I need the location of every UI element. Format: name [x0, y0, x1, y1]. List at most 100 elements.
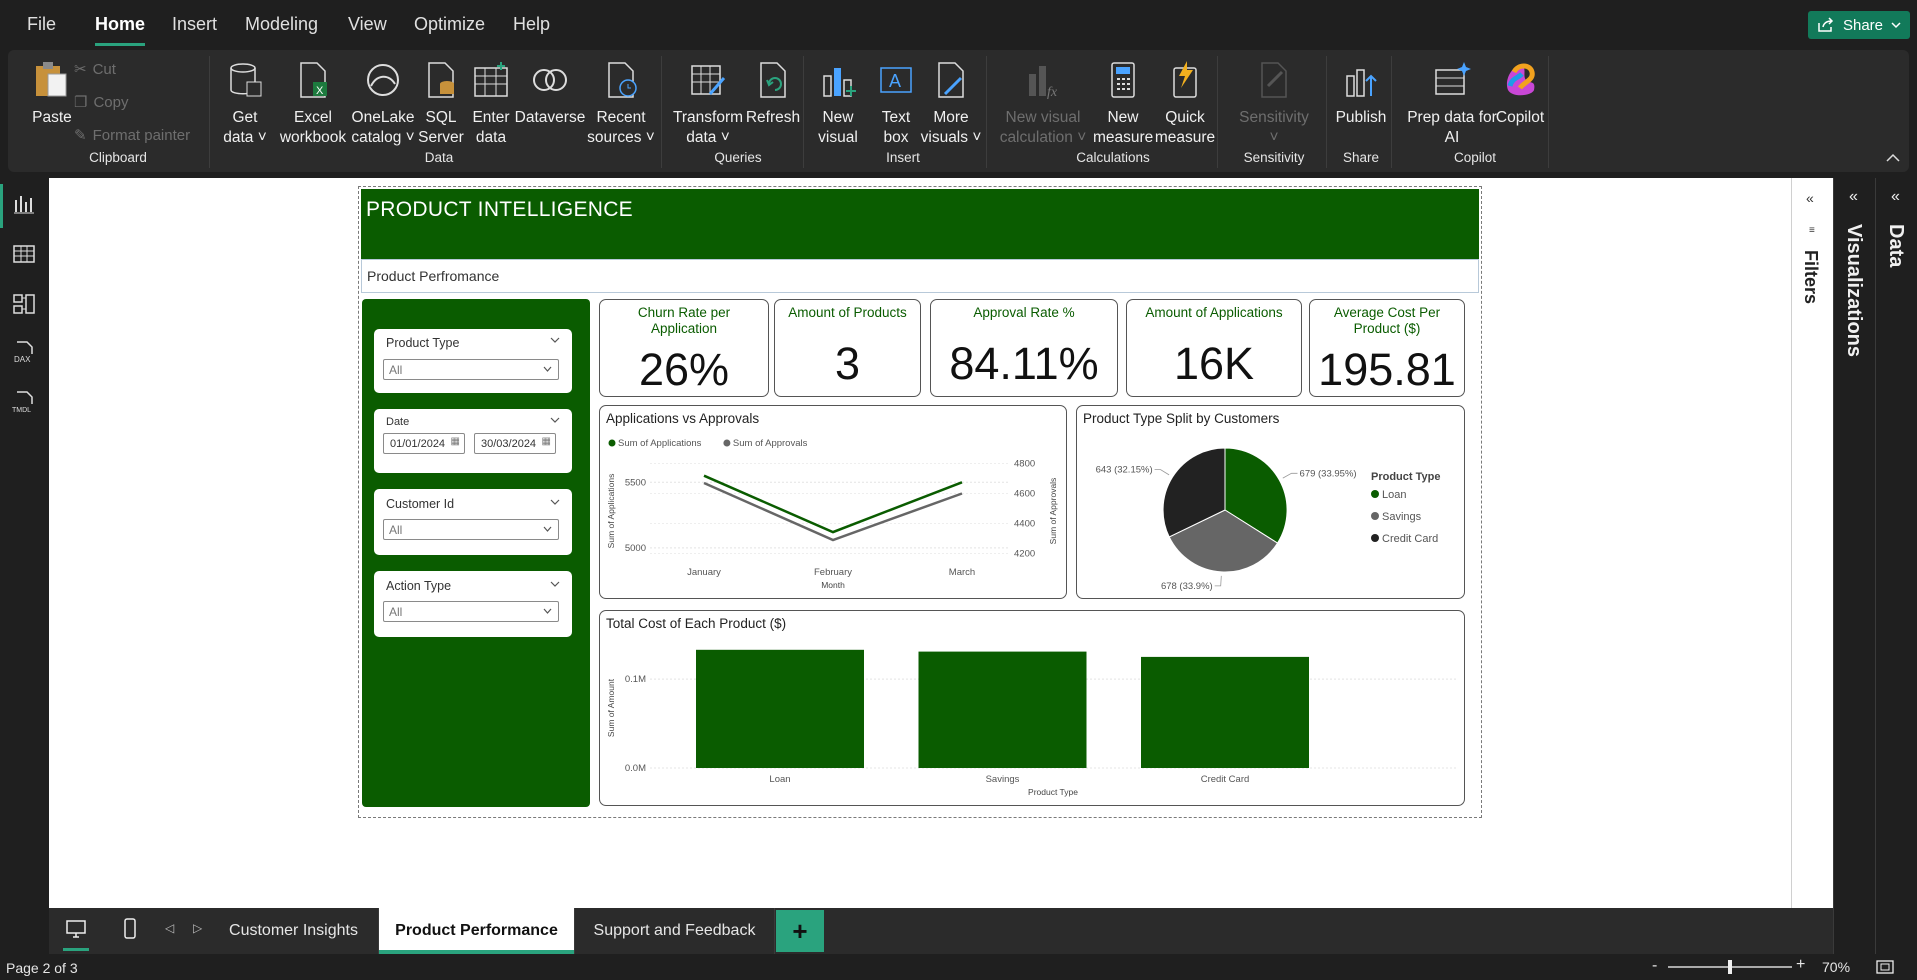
chevron-down-icon[interactable]	[550, 497, 560, 507]
quick-measure-icon	[1173, 61, 1197, 98]
new-measure-button[interactable]: New measure	[1093, 60, 1153, 148]
tmdl-view-icon[interactable]: TMDL	[12, 390, 36, 414]
paste-button[interactable]: Paste	[22, 60, 82, 128]
y2-axis-label: Sum of Approvals	[1048, 478, 1058, 545]
recent-sources-button[interactable]: Recent sources ˅	[586, 60, 656, 148]
enter-data-button[interactable]: Enter data	[466, 60, 516, 148]
bar-chart-visual[interactable]: Total Cost of Each Product ($) 0.1M 0.0M L…	[599, 610, 1465, 806]
get-data-button[interactable]: Get data ˅	[220, 60, 270, 148]
expand-visualizations-icon[interactable]: «	[1849, 188, 1858, 206]
onelake-catalog-button[interactable]: OneLake catalog ˅	[348, 60, 418, 148]
group-label-insert: Insert	[886, 150, 920, 165]
y-tick-label: 5000	[625, 543, 646, 554]
menu-optimize[interactable]: Optimize	[414, 14, 485, 35]
chevron-down-icon[interactable]	[550, 415, 560, 425]
menu-help[interactable]: Help	[513, 14, 550, 35]
copy-button[interactable]: ❐ Copy	[74, 93, 128, 112]
new-visual-icon	[823, 68, 856, 97]
new-visual-calculation-button[interactable]: fx New visual calculation ˅	[998, 60, 1088, 148]
dax-query-view-icon[interactable]: DAX	[12, 340, 36, 364]
sensitivity-button[interactable]: Sensitivity ˅	[1228, 60, 1320, 148]
action-type-dropdown[interactable]: All	[383, 601, 559, 622]
calendar-icon[interactable]: ▦	[451, 436, 460, 447]
kpi-card-churn-rate[interactable]: Churn Rate per Application 26%	[599, 299, 769, 397]
kpi-card-applications[interactable]: Amount of Applications 16K	[1126, 299, 1302, 397]
svg-text:DAX: DAX	[14, 355, 31, 364]
menu-home[interactable]: Home	[95, 14, 146, 46]
expand-data-icon[interactable]: «	[1891, 188, 1900, 206]
kpi-card-products[interactable]: Amount of Products 3	[774, 299, 921, 397]
calendar-icon[interactable]: ▦	[542, 436, 551, 447]
publish-button[interactable]: Publish	[1328, 60, 1394, 128]
new-visual-label-2: visual	[818, 129, 858, 146]
collapse-ribbon-icon[interactable]	[1886, 153, 1900, 162]
get-data-label-2: data ˅	[223, 129, 267, 146]
menu-view[interactable]: View	[348, 14, 387, 35]
add-page-button[interactable]: +	[776, 910, 824, 952]
end-date-input[interactable]: 30/03/2024 ▦	[474, 433, 556, 454]
mobile-layout-icon[interactable]	[123, 918, 137, 940]
y-tick-label: 0.1M	[625, 674, 646, 685]
start-date-input[interactable]: 01/01/2024 ▦	[383, 433, 465, 454]
y2-tick-label: 4800	[1014, 459, 1035, 470]
tab-support-and-feedback[interactable]: Support and Feedback	[575, 908, 775, 954]
desktop-layout-icon[interactable]	[65, 918, 87, 940]
legend-title: Product Type	[1371, 471, 1440, 483]
tab-product-performance[interactable]: Product Performance	[379, 908, 575, 954]
menu-file[interactable]: File	[27, 14, 56, 35]
more-visuals-icon	[938, 62, 964, 98]
menu-insert[interactable]: Insert	[172, 14, 217, 35]
cut-button[interactable]: ✂ Cut	[74, 60, 116, 79]
share-button[interactable]: Share	[1808, 11, 1910, 39]
dataverse-button[interactable]: Dataverse	[510, 60, 590, 128]
chevron-down-icon[interactable]	[550, 579, 560, 589]
data-pane[interactable]: « Data	[1875, 178, 1917, 978]
zoom-slider-thumb[interactable]	[1728, 960, 1732, 974]
legend-label: Credit Card	[1382, 533, 1438, 545]
slicer-customer-id[interactable]: Customer Id All	[374, 489, 572, 555]
zoom-in-button[interactable]: +	[1796, 956, 1805, 974]
x-axis-label: Month	[821, 580, 845, 590]
fit-to-page-icon[interactable]	[1876, 959, 1894, 975]
model-view-icon[interactable]	[12, 292, 36, 316]
scroll-left-icon[interactable]: ◁	[165, 921, 174, 935]
new-visual-button[interactable]: New visual	[813, 60, 863, 148]
slicer-action-type[interactable]: Action Type All	[374, 571, 572, 637]
more-visuals-button[interactable]: More visuals ˅	[916, 60, 986, 148]
filters-pane[interactable]: « ≡ Filters	[1791, 178, 1833, 908]
line-chart-visual[interactable]: Applications vs Approvals Sum of Applica…	[599, 405, 1067, 599]
legend-marker	[723, 439, 731, 447]
quick-measure-label-1: Quick	[1165, 109, 1205, 126]
sql-server-button[interactable]: SQL Server	[416, 60, 466, 148]
legend-label: Sum of Applications	[618, 438, 702, 449]
product-type-dropdown[interactable]: All	[383, 359, 559, 380]
kpi-card-approval-rate[interactable]: Approval Rate % 84.11%	[930, 299, 1118, 397]
refresh-button[interactable]: Refresh	[743, 60, 803, 128]
visualizations-pane[interactable]: « Visualizations	[1833, 178, 1875, 978]
active-view-indicator	[0, 184, 3, 228]
chevron-down-icon[interactable]	[550, 335, 560, 345]
zoom-out-button[interactable]: -	[1652, 957, 1657, 975]
zoom-slider[interactable]	[1668, 960, 1792, 974]
group-label-share: Share	[1342, 150, 1380, 165]
pie-chart-visual[interactable]: Product Type Split by Customers 679 (33.…	[1076, 405, 1465, 599]
excel-workbook-button[interactable]: X Excel workbook	[278, 60, 348, 148]
menu-modeling[interactable]: Modeling	[245, 14, 318, 35]
card-value: 3	[834, 338, 861, 389]
format-painter-button[interactable]: ✎ Format painter	[74, 126, 190, 145]
slicer-date[interactable]: Date 01/01/2024 ▦ 30/03/2024 ▦	[374, 409, 572, 473]
copilot-button[interactable]: Copilot	[1488, 60, 1552, 128]
slicer-product-type[interactable]: Product Type All	[374, 329, 572, 393]
table-view-icon[interactable]	[12, 242, 36, 266]
customer-id-dropdown[interactable]: All	[383, 519, 559, 540]
report-view-icon[interactable]	[12, 192, 36, 216]
quick-measure-button[interactable]: Quick measure	[1153, 60, 1217, 148]
collapse-filters-icon[interactable]: «	[1806, 190, 1814, 206]
scroll-right-icon[interactable]: ▷	[193, 921, 202, 935]
kpi-card-avg-cost[interactable]: Average Cost Per Product ($) 195.81	[1309, 299, 1465, 397]
dropdown-value: All	[389, 605, 403, 619]
subtitle-textbox[interactable]: Product Perfromance	[361, 259, 1479, 293]
text-box-button[interactable]: A Text box	[871, 60, 921, 148]
transform-data-button[interactable]: Transform data ˅	[668, 60, 748, 148]
tab-customer-insights[interactable]: Customer Insights	[209, 908, 379, 954]
